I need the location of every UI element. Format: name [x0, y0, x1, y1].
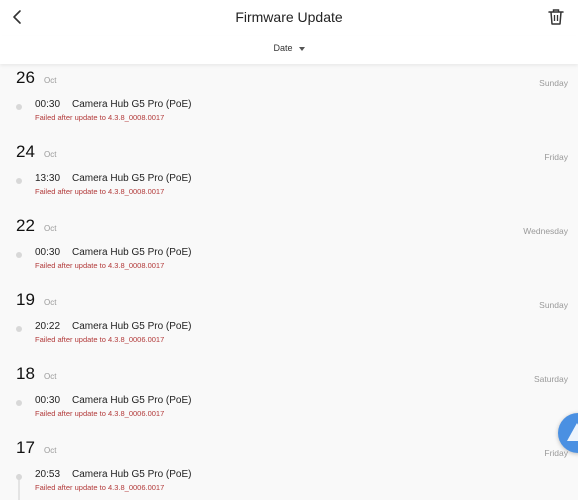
entry-time: 13:30: [35, 173, 61, 184]
day-number: 19: [16, 290, 35, 309]
entry-status: Failed after update to 4.3.8_0008.0017: [35, 261, 165, 270]
day-group: 19 Oct Sunday 20:22 Camera Hub G5 Pro (P…: [0, 286, 578, 360]
day-group: 17 Oct Friday 20:53 Camera Hub G5 Pro (P…: [0, 434, 578, 500]
day-month: Oct: [44, 446, 57, 455]
entry-device: Camera Hub G5 Pro (PoE): [72, 173, 192, 184]
assistant-icon: [567, 423, 578, 441]
day-weekday: Saturday: [533, 374, 568, 384]
timeline-dot: [16, 474, 22, 480]
day-month: Oct: [44, 372, 57, 381]
update-entry[interactable]: 00:30 Camera Hub G5 Pro (PoE) Failed aft…: [30, 96, 450, 124]
delete-button[interactable]: [547, 7, 565, 27]
entry-time: 20:53: [35, 469, 61, 480]
day-weekday: Sunday: [539, 300, 568, 310]
day-group: 22 Oct Wednesday 00:30 Camera Hub G5 Pro…: [0, 212, 578, 286]
entry-device: Camera Hub G5 Pro (PoE): [72, 247, 192, 258]
day-month: Oct: [44, 298, 57, 307]
trash-icon: [548, 9, 564, 25]
sort-label: Date: [273, 43, 293, 53]
entry-device: Camera Hub G5 Pro (PoE): [72, 469, 192, 480]
day-number: 18: [16, 364, 35, 383]
timeline-dot: [16, 252, 22, 258]
day-group: 24 Oct Friday 13:30 Camera Hub G5 Pro (P…: [0, 138, 578, 212]
caret-down-icon: [298, 46, 305, 51]
day-weekday: Friday: [544, 448, 568, 458]
day-month: Oct: [44, 224, 57, 233]
filter-bar: Date: [0, 36, 578, 64]
day-month: Oct: [44, 76, 57, 85]
day-group: 18 Oct Saturday 00:30 Camera Hub G5 Pro …: [0, 360, 578, 434]
entry-time: 00:30: [35, 395, 61, 406]
update-entry[interactable]: 00:30 Camera Hub G5 Pro (PoE) Failed aft…: [30, 392, 450, 420]
day-weekday: Wednesday: [523, 226, 568, 236]
day-number: 22: [16, 216, 35, 235]
day-number: 17: [16, 438, 35, 457]
entry-device: Camera Hub G5 Pro (PoE): [72, 395, 192, 406]
day-weekday: Friday: [544, 152, 568, 162]
entry-status: Failed after update to 4.3.8_0008.0017: [35, 187, 165, 196]
entry-status: Failed after update to 4.3.8_0006.0017: [35, 335, 165, 344]
update-entry[interactable]: 00:30 Camera Hub G5 Pro (PoE) Failed aft…: [30, 244, 450, 272]
entry-time: 00:30: [35, 99, 61, 110]
entry-time: 20:22: [35, 321, 61, 332]
entry-status: Failed after update to 4.3.8_0008.0017: [35, 113, 165, 122]
timeline-dot: [16, 104, 22, 110]
day-weekday: Sunday: [539, 78, 568, 88]
entry-status: Failed after update to 4.3.8_0006.0017: [35, 409, 165, 418]
update-entry[interactable]: 20:22 Camera Hub G5 Pro (PoE) Failed aft…: [30, 318, 450, 346]
day-number: 24: [16, 142, 35, 161]
top-bar: Firmware Update: [0, 0, 578, 36]
day-group: 26 Oct Sunday 00:30 Camera Hub G5 Pro (P…: [0, 64, 578, 138]
timeline-dot: [16, 178, 22, 184]
timeline-dot: [16, 400, 22, 406]
entry-time: 00:30: [35, 247, 61, 258]
update-entry[interactable]: 20:53 Camera Hub G5 Pro (PoE) Failed aft…: [30, 466, 450, 494]
day-number: 26: [16, 68, 35, 87]
entry-device: Camera Hub G5 Pro (PoE): [72, 99, 192, 110]
day-month: Oct: [44, 150, 57, 159]
update-entry[interactable]: 13:30 Camera Hub G5 Pro (PoE) Failed aft…: [30, 170, 450, 198]
timeline-dot: [16, 326, 22, 332]
page-title: Firmware Update: [235, 9, 343, 25]
entry-status: Failed after update to 4.3.8_0006.0017: [35, 483, 165, 492]
update-history-list[interactable]: 26 Oct Sunday 00:30 Camera Hub G5 Pro (P…: [0, 64, 578, 500]
entry-device: Camera Hub G5 Pro (PoE): [72, 321, 192, 332]
sort-dropdown[interactable]: Date: [0, 43, 578, 53]
